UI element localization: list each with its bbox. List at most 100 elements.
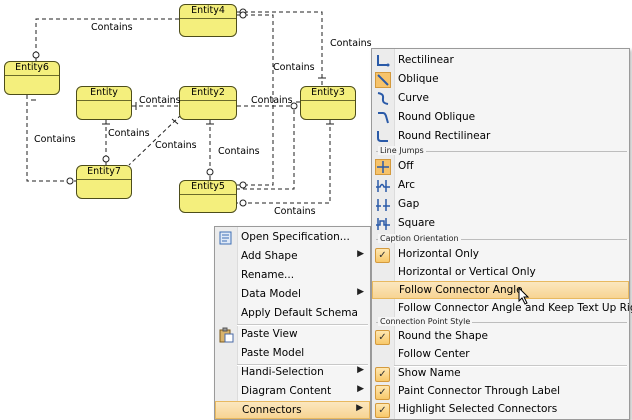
menu-item-label: Follow Connector Angle xyxy=(399,284,523,296)
checkmark-icon: ✓ xyxy=(375,330,390,345)
line-jump-arc-icon xyxy=(375,178,391,194)
relationship-label: Contains xyxy=(34,134,76,145)
menu-item-label: Curve xyxy=(398,92,429,104)
menu-item-paste-model[interactable]: Paste Model xyxy=(215,345,370,363)
menu-item-label: Off xyxy=(398,160,414,172)
menu-item-oblique[interactable]: Oblique xyxy=(372,71,629,89)
menu-item-label: Add Shape xyxy=(241,250,298,262)
menu-item-line-jump-off[interactable]: Off xyxy=(372,158,629,176)
entity-name: Entity6 xyxy=(5,62,59,76)
entity-box[interactable]: Entity4 xyxy=(179,4,237,37)
menu-item-label: Follow Center xyxy=(398,348,470,360)
relationship-label: Contains xyxy=(155,140,197,151)
entity-name: Entity3 xyxy=(301,87,355,101)
menu-item-label: Connectors xyxy=(242,404,302,416)
menu-item-rectilinear[interactable]: Rectilinear xyxy=(372,52,629,70)
menu-item-paste-view[interactable]: Paste View xyxy=(215,326,370,344)
relationship-label: Contains xyxy=(274,206,316,217)
menu-item-label: Paste Model xyxy=(241,347,305,359)
entity-box[interactable]: Entity7 xyxy=(76,165,132,199)
section-header-connection-point-style: Connection Point Style xyxy=(376,317,627,327)
menu-item-label: Round Rectilinear xyxy=(398,130,491,142)
checkmark-icon: ✓ xyxy=(375,385,390,400)
menu-item-label: Horizontal Only xyxy=(398,248,480,260)
rectilinear-icon xyxy=(375,53,391,69)
round-oblique-icon xyxy=(375,110,391,126)
menu-item-follow-center[interactable]: Follow Center xyxy=(372,346,629,364)
section-header-label: Caption Orientation xyxy=(378,234,461,243)
menu-item-label: Follow Connector Angle and Keep Text Up … xyxy=(398,302,632,314)
line-jump-off-icon xyxy=(375,159,391,175)
entity-name: Entity xyxy=(77,87,131,101)
line-jump-square-icon xyxy=(375,216,391,232)
menu-item-rename[interactable]: Rename... xyxy=(215,267,370,285)
entity-box[interactable]: Entity3 xyxy=(300,86,356,120)
menu-item-highlight-selected-connectors[interactable]: ✓ Highlight Selected Connectors xyxy=(372,401,629,419)
menu-item-label: Data Model xyxy=(241,288,301,300)
entity-box[interactable]: Entity6 xyxy=(4,61,60,95)
menu-item-data-model[interactable]: Data Model ▶ xyxy=(215,286,370,304)
checkmark-icon: ✓ xyxy=(375,367,390,382)
menu-item-follow-connector-angle-keep-text-up-right[interactable]: Follow Connector Angle and Keep Text Up … xyxy=(372,300,632,318)
curve-icon xyxy=(375,91,391,107)
menu-item-round-the-shape[interactable]: ✓ Round the Shape xyxy=(372,328,629,346)
paste-icon xyxy=(218,327,234,343)
relationship-label: Contains xyxy=(251,95,293,106)
menu-item-label: Round the Shape xyxy=(398,330,489,342)
menu-item-label: Round Oblique xyxy=(398,111,476,123)
relationship-label: Contains xyxy=(91,22,133,33)
menu-item-label: Paste View xyxy=(241,328,298,340)
menu-item-handi-selection[interactable]: Handi-Selection ▶ xyxy=(215,364,370,382)
menu-item-line-jump-square[interactable]: Square xyxy=(372,215,629,233)
relationship-label: Contains xyxy=(139,95,181,106)
menu-item-label: Rename... xyxy=(241,269,295,281)
entity-box[interactable]: Entity5 xyxy=(179,180,237,213)
menu-item-label: Diagram Content xyxy=(241,385,332,397)
menu-item-connectors[interactable]: Connectors ▶ xyxy=(215,401,370,419)
section-header-label: Line Jumps xyxy=(378,146,426,155)
menu-item-show-name[interactable]: ✓ Show Name xyxy=(372,365,629,383)
menu-item-label: Arc xyxy=(398,179,416,191)
menu-item-label: Horizontal or Vertical Only xyxy=(398,266,536,278)
submenu-arrow-icon: ▶ xyxy=(356,403,363,413)
submenu-arrow-icon: ▶ xyxy=(357,287,364,297)
menu-item-line-jump-gap[interactable]: Gap xyxy=(372,196,629,214)
menu-item-round-rectilinear[interactable]: Round Rectilinear xyxy=(372,128,629,146)
submenu-arrow-icon: ▶ xyxy=(357,249,364,259)
menu-item-label: Handi-Selection xyxy=(241,366,324,378)
section-header-line-jumps: Line Jumps xyxy=(376,146,627,156)
submenu-arrow-icon: ▶ xyxy=(357,365,364,375)
menu-item-paint-connector-through-label[interactable]: ✓ Paint Connector Through Label xyxy=(372,383,629,401)
menu-item-open-specification[interactable]: Open Specification... xyxy=(215,229,370,247)
entity-name: Entity5 xyxy=(180,181,236,195)
menu-item-follow-connector-angle[interactable]: Follow Connector Angle xyxy=(372,281,629,305)
menu-item-diagram-content[interactable]: Diagram Content ▶ xyxy=(215,383,370,401)
menu-item-line-jump-arc[interactable]: Arc xyxy=(372,177,629,195)
entity-box[interactable]: Entity2 xyxy=(179,86,237,120)
connectors-submenu: Rectilinear Oblique Curve Round Oblique … xyxy=(371,48,632,420)
menu-item-curve[interactable]: Curve xyxy=(372,90,629,108)
section-header-label: Connection Point Style xyxy=(378,317,473,326)
menu-item-label: Gap xyxy=(398,198,420,210)
menu-item-label: Square xyxy=(398,217,435,229)
menu-item-horizontal-only[interactable]: ✓ Horizontal Only xyxy=(372,246,629,264)
menu-item-add-shape[interactable]: Add Shape ▶ xyxy=(215,248,370,266)
entity-box[interactable]: Entity xyxy=(76,86,132,120)
menu-item-round-oblique[interactable]: Round Oblique xyxy=(372,109,629,127)
menu-item-apply-default-schema[interactable]: Apply Default Schema xyxy=(215,305,370,323)
menu-item-label: Paint Connector Through Label xyxy=(398,385,561,397)
menu-item-horizontal-or-vertical-only[interactable]: Horizontal or Vertical Only xyxy=(372,264,629,282)
menu-item-label: Highlight Selected Connectors xyxy=(398,403,558,415)
relationship-label: Contains xyxy=(330,38,372,49)
relationship-label: Contains xyxy=(108,128,150,139)
menu-item-label: Apply Default Schema xyxy=(241,307,358,319)
specification-icon xyxy=(218,230,234,246)
relationship-label: Contains xyxy=(273,62,315,73)
checkmark-icon: ✓ xyxy=(375,248,390,263)
entity-name: Entity2 xyxy=(180,87,236,101)
entity-name: Entity7 xyxy=(77,166,131,180)
menu-item-label: Rectilinear xyxy=(398,54,454,66)
round-rectilinear-icon xyxy=(375,129,391,145)
diagram-context-menu: Open Specification... Add Shape ▶ Rename… xyxy=(214,226,371,420)
menu-item-label: Oblique xyxy=(398,73,439,85)
